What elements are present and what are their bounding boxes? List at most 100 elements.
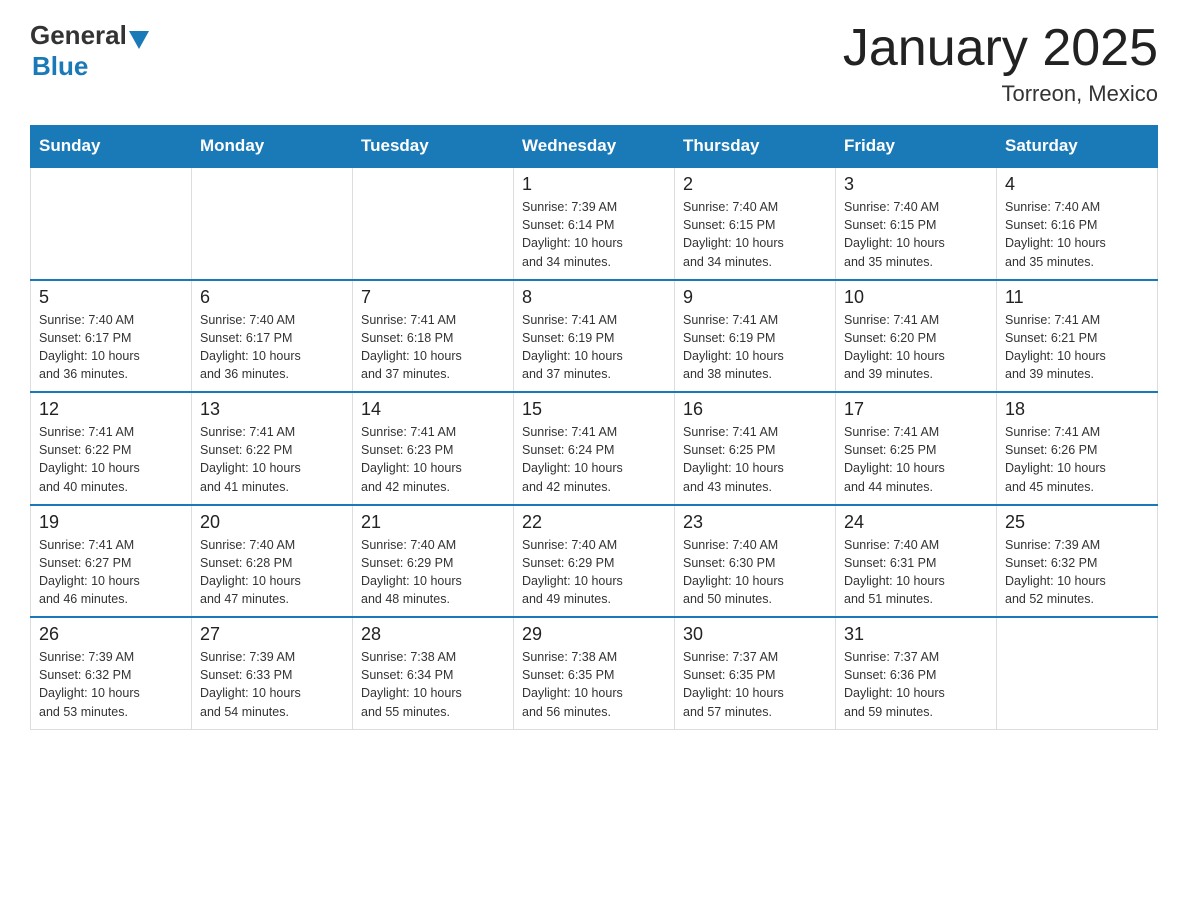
day-number-1: 1 [522,174,666,195]
logo: General Blue [30,20,151,82]
day-number-26: 26 [39,624,183,645]
day-cell-18: 18 Sunrise: 7:41 AMSunset: 6:26 PMDayligh… [997,392,1158,505]
day-cell-4: 4 Sunrise: 7:40 AMSunset: 6:16 PMDaylight… [997,167,1158,280]
day-number-27: 27 [200,624,344,645]
day-info-23: Sunrise: 7:40 AMSunset: 6:30 PMDaylight:… [683,536,827,609]
calendar-title: January 2025 [843,20,1158,77]
day-info-7: Sunrise: 7:41 AMSunset: 6:18 PMDaylight:… [361,311,505,384]
day-number-10: 10 [844,287,988,308]
day-cell-29: 29 Sunrise: 7:38 AMSunset: 6:35 PMDayligh… [514,617,675,729]
header-friday: Friday [836,126,997,168]
day-cell-5: 5Sunrise: 7:40 AMSunset: 6:17 PMDaylight… [31,280,192,393]
day-number-9: 9 [683,287,827,308]
day-number-28: 28 [361,624,505,645]
header-saturday: Saturday [997,126,1158,168]
day-cell-27: 27Sunrise: 7:39 AMSunset: 6:33 PMDayligh… [192,617,353,729]
day-cell-11: 11Sunrise: 7:41 AMSunset: 6:21 PMDayligh… [997,280,1158,393]
page-header: General Blue January 2025 Torreon, Mexic… [30,20,1158,107]
day-info-22: Sunrise: 7:40 AMSunset: 6:29 PMDaylight:… [522,536,666,609]
day-number-23: 23 [683,512,827,533]
day-info-24: Sunrise: 7:40 AMSunset: 6:31 PMDaylight:… [844,536,988,609]
day-number-17: 17 [844,399,988,420]
day-info-18: Sunrise: 7:41 AMSunset: 6:26 PMDaylight:… [1005,423,1149,496]
calendar-subtitle: Torreon, Mexico [843,81,1158,107]
day-cell-22: 22 Sunrise: 7:40 AMSunset: 6:29 PMDayligh… [514,505,675,618]
day-number-18: 18 [1005,399,1149,420]
day-number-29: 29 [522,624,666,645]
day-number-6: 6 [200,287,344,308]
calendar-table: SundayMondayTuesdayWednesdayThursdayFrid… [30,125,1158,730]
header-tuesday: Tuesday [353,126,514,168]
day-info-28: Sunrise: 7:38 AMSunset: 6:34 PMDaylight:… [361,648,505,721]
day-number-16: 16 [683,399,827,420]
day-cell-6: 6 Sunrise: 7:40 AMSunset: 6:17 PMDaylight… [192,280,353,393]
title-block: January 2025 Torreon, Mexico [843,20,1158,107]
day-info-2: Sunrise: 7:40 AMSunset: 6:15 PMDaylight:… [683,198,827,271]
week-row-4: 19Sunrise: 7:41 AMSunset: 6:27 PMDayligh… [31,505,1158,618]
day-cell-9: 9Sunrise: 7:41 AMSunset: 6:19 PMDaylight… [675,280,836,393]
day-number-14: 14 [361,399,505,420]
day-number-5: 5 [39,287,183,308]
logo-blue-text: Blue [32,51,88,81]
day-info-17: Sunrise: 7:41 AMSunset: 6:25 PMDaylight:… [844,423,988,496]
day-info-30: Sunrise: 7:37 AMSunset: 6:35 PMDaylight:… [683,648,827,721]
day-info-13: Sunrise: 7:41 AMSunset: 6:22 PMDaylight:… [200,423,344,496]
day-info-8: Sunrise: 7:41 AMSunset: 6:19 PMDaylight:… [522,311,666,384]
day-cell-13: 13Sunrise: 7:41 AMSunset: 6:22 PMDayligh… [192,392,353,505]
day-number-20: 20 [200,512,344,533]
header-wednesday: Wednesday [514,126,675,168]
day-number-4: 4 [1005,174,1149,195]
day-cell-21: 21Sunrise: 7:40 AMSunset: 6:29 PMDayligh… [353,505,514,618]
day-number-7: 7 [361,287,505,308]
day-number-25: 25 [1005,512,1149,533]
day-number-22: 22 [522,512,666,533]
day-number-3: 3 [844,174,988,195]
day-number-15: 15 [522,399,666,420]
empty-cell [997,617,1158,729]
day-cell-30: 30Sunrise: 7:37 AMSunset: 6:35 PMDayligh… [675,617,836,729]
empty-cell [192,167,353,280]
day-info-10: Sunrise: 7:41 AMSunset: 6:20 PMDaylight:… [844,311,988,384]
day-number-2: 2 [683,174,827,195]
week-row-2: 5 Sunrise: 7:40 AMSunset: 6:17 PMDaylight… [31,280,1158,393]
day-cell-19: 19Sunrise: 7:41 AMSunset: 6:27 PMDayligh… [31,505,192,618]
day-info-6: Sunrise: 7:40 AMSunset: 6:17 PMDaylight:… [200,311,344,384]
day-cell-10: 10 Sunrise: 7:41 AMSunset: 6:20 PMDayligh… [836,280,997,393]
day-info-11: Sunrise: 7:41 AMSunset: 6:21 PMDaylight:… [1005,311,1149,384]
day-number-19: 19 [39,512,183,533]
logo-triangle-icon [129,31,149,49]
day-info-15: Sunrise: 7:41 AMSunset: 6:24 PMDaylight:… [522,423,666,496]
header-monday: Monday [192,126,353,168]
day-info-25: Sunrise: 7:39 AMSunset: 6:32 PMDaylight:… [1005,536,1149,609]
day-cell-20: 20 Sunrise: 7:40 AMSunset: 6:28 PMDayligh… [192,505,353,618]
day-info-21: Sunrise: 7:40 AMSunset: 6:29 PMDaylight:… [361,536,505,609]
day-cell-1: 1Sunrise: 7:39 AMSunset: 6:14 PMDaylight… [514,167,675,280]
week-row-1: 1Sunrise: 7:39 AMSunset: 6:14 PMDaylight… [31,167,1158,280]
day-cell-17: 17 Sunrise: 7:41 AMSunset: 6:25 PMDayligh… [836,392,997,505]
header-thursday: Thursday [675,126,836,168]
day-cell-12: 12 Sunrise: 7:41 AMSunset: 6:22 PMDayligh… [31,392,192,505]
day-number-12: 12 [39,399,183,420]
empty-cell [31,167,192,280]
day-cell-3: 3 Sunrise: 7:40 AMSunset: 6:15 PMDaylight… [836,167,997,280]
day-cell-31: 31 Sunrise: 7:37 AMSunset: 6:36 PMDayligh… [836,617,997,729]
day-info-4: Sunrise: 7:40 AMSunset: 6:16 PMDaylight:… [1005,198,1149,271]
day-number-31: 31 [844,624,988,645]
day-cell-23: 23 Sunrise: 7:40 AMSunset: 6:30 PMDayligh… [675,505,836,618]
week-row-3: 12 Sunrise: 7:41 AMSunset: 6:22 PMDayligh… [31,392,1158,505]
day-info-29: Sunrise: 7:38 AMSunset: 6:35 PMDaylight:… [522,648,666,721]
day-cell-28: 28 Sunrise: 7:38 AMSunset: 6:34 PMDayligh… [353,617,514,729]
day-info-20: Sunrise: 7:40 AMSunset: 6:28 PMDaylight:… [200,536,344,609]
day-number-8: 8 [522,287,666,308]
logo-general-text: General [30,20,127,51]
day-cell-8: 8 Sunrise: 7:41 AMSunset: 6:19 PMDaylight… [514,280,675,393]
day-cell-25: 25 Sunrise: 7:39 AMSunset: 6:32 PMDayligh… [997,505,1158,618]
day-info-3: Sunrise: 7:40 AMSunset: 6:15 PMDaylight:… [844,198,988,271]
day-info-16: Sunrise: 7:41 AMSunset: 6:25 PMDaylight:… [683,423,827,496]
day-info-31: Sunrise: 7:37 AMSunset: 6:36 PMDaylight:… [844,648,988,721]
day-cell-26: 26Sunrise: 7:39 AMSunset: 6:32 PMDayligh… [31,617,192,729]
day-info-12: Sunrise: 7:41 AMSunset: 6:22 PMDaylight:… [39,423,183,496]
day-number-24: 24 [844,512,988,533]
week-row-5: 26Sunrise: 7:39 AMSunset: 6:32 PMDayligh… [31,617,1158,729]
day-cell-24: 24 Sunrise: 7:40 AMSunset: 6:31 PMDayligh… [836,505,997,618]
